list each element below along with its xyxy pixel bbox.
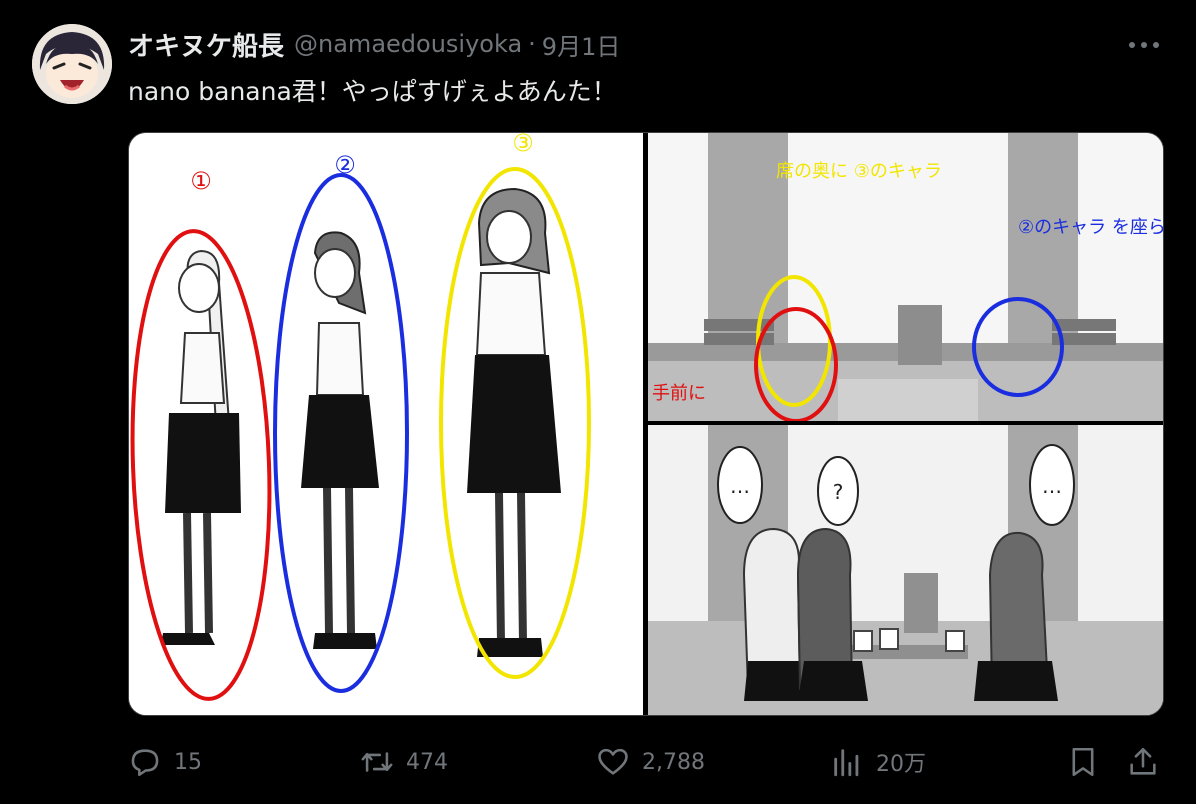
retweet-count: 474 xyxy=(406,749,448,775)
heart-icon xyxy=(598,748,628,775)
bubble-text-right: … xyxy=(1042,474,1062,498)
bookmark-icon xyxy=(1072,747,1094,777)
share-button[interactable] xyxy=(1126,740,1160,784)
bubble-text-left: … xyxy=(730,474,750,498)
like-button[interactable]: 2,788 xyxy=(596,740,705,784)
tweet-date[interactable]: 9月1日 xyxy=(542,27,621,62)
tweet-header: オキヌケ船長 @namaedousiyoka · 9月1日 xyxy=(128,26,620,62)
author-handle[interactable]: @namaedousiyoka xyxy=(294,30,522,58)
media-image-1[interactable]: ① ② ③ xyxy=(129,133,643,715)
tweet-text: nano banana君！やっぱすげぇよあんた！ xyxy=(128,77,617,106)
retweet-button[interactable]: 474 xyxy=(360,740,448,784)
reply-icon xyxy=(131,749,159,777)
avatar-image xyxy=(32,24,112,104)
reply-count: 15 xyxy=(174,749,202,775)
bubble-text-middle: ? xyxy=(833,480,844,504)
reply-button[interactable]: 15 xyxy=(128,740,202,784)
like-count: 2,788 xyxy=(642,749,705,775)
media-grid[interactable]: ① ② ③ 席の奥に ③のキャラ ②のキャラ を座らせる 手前に xyxy=(128,132,1164,716)
character-lineup-illustration: ① ② ③ xyxy=(129,133,643,715)
bookmark-button[interactable] xyxy=(1066,740,1100,784)
view-count: 20万 xyxy=(876,752,926,777)
label-1: ① xyxy=(190,167,212,195)
red-note: 手前に xyxy=(652,383,706,404)
views-chart-icon xyxy=(834,749,859,777)
media-image-2[interactable]: 席の奥に ③のキャラ ②のキャラ を座らせる 手前に xyxy=(648,133,1163,421)
blue-note: ②のキャラ を座らせる xyxy=(1018,217,1163,238)
seated-characters-illustration: … ? … xyxy=(648,425,1163,715)
avatar[interactable] xyxy=(32,24,112,104)
more-options-button[interactable] xyxy=(1122,34,1166,56)
action-bar: 15 474 2,788 20万 xyxy=(0,740,1196,784)
share-icon xyxy=(1130,747,1156,775)
views-button[interactable]: 20万 xyxy=(830,740,926,784)
yellow-note: 席の奥に ③のキャラ xyxy=(776,161,942,182)
empty-booth-illustration: 席の奥に ③のキャラ ②のキャラ を座らせる 手前に xyxy=(648,133,1163,421)
author-name[interactable]: オキヌケ船長 xyxy=(128,26,284,63)
label-3: ③ xyxy=(512,133,534,157)
more-icon xyxy=(1129,42,1159,48)
retweet-icon xyxy=(361,752,393,772)
separator-dot: · xyxy=(528,30,536,58)
label-2: ② xyxy=(334,151,356,179)
media-image-3[interactable]: … ? … xyxy=(648,425,1163,715)
